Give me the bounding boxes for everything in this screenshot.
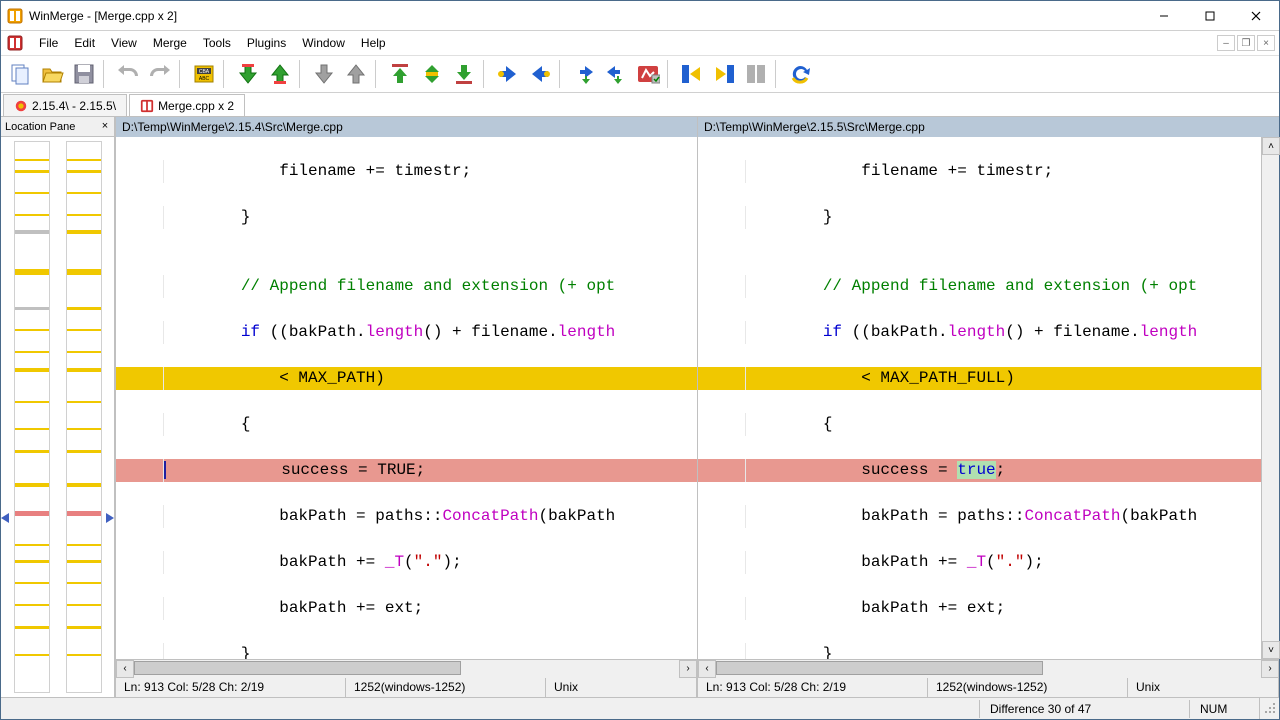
statusbar: Difference 30 of 47 NUM — [1, 697, 1279, 719]
window-title: WinMerge - [Merge.cpp x 2] — [29, 9, 1141, 23]
status-diff-count: Difference 30 of 47 — [979, 700, 1189, 718]
svg-text:CBA: CBA — [199, 69, 210, 75]
tab-merge-cpp[interactable]: Merge.cpp x 2 — [129, 94, 245, 116]
location-pane-title: Location Pane × — [1, 117, 114, 137]
copy-right-button[interactable] — [493, 59, 523, 89]
diff-area: D:\Temp\WinMerge\2.15.4\Src\Merge.cpp fi… — [115, 117, 1279, 697]
loc-arrow-left-icon — [1, 513, 11, 523]
tab-folders[interactable]: 2.15.4\ - 2.15.5\ — [3, 94, 127, 116]
prev-conflict-button[interactable] — [341, 59, 371, 89]
right-hscroll[interactable]: ‹ › — [698, 659, 1279, 677]
right-status-pos: Ln: 913 Col: 5/28 Ch: 2/19 — [698, 678, 928, 697]
copy-right-advance-button[interactable] — [569, 59, 599, 89]
menubar: File Edit View Merge Tools Plugins Windo… — [1, 31, 1279, 55]
left-status: Ln: 913 Col: 5/28 Ch: 2/19 1252(windows-… — [116, 677, 697, 697]
location-pane-close-button[interactable]: × — [98, 119, 112, 133]
undo-button[interactable] — [113, 59, 143, 89]
scroll-left-button[interactable]: ‹ — [116, 660, 134, 678]
left-code[interactable]: filename += timestr; } // Append filenam… — [116, 137, 697, 659]
left-hscroll[interactable]: ‹ › — [116, 659, 697, 677]
scroll-up-button[interactable]: ˄ — [1262, 137, 1280, 155]
copy-left-button[interactable] — [525, 59, 555, 89]
resize-grip[interactable] — [1259, 698, 1279, 719]
save-button[interactable] — [69, 59, 99, 89]
status-numlock: NUM — [1189, 700, 1259, 718]
right-code[interactable]: filename += timestr; } // Append filenam… — [698, 137, 1261, 659]
next-conflict-button[interactable] — [309, 59, 339, 89]
prev-diff-button[interactable] — [265, 59, 295, 89]
svg-text:ABC: ABC — [199, 76, 210, 82]
right-pane: D:\Temp\WinMerge\2.15.5\Src\Merge.cpp fi… — [697, 117, 1279, 697]
right-status: Ln: 913 Col: 5/28 Ch: 2/19 1252(windows-… — [698, 677, 1279, 697]
location-pane-body[interactable] — [1, 137, 114, 697]
hscroll-thumb[interactable] — [716, 661, 1043, 675]
right-status-enc: 1252(windows-1252) — [928, 678, 1128, 697]
menu-file[interactable]: File — [31, 33, 66, 53]
location-col-left[interactable] — [14, 141, 50, 693]
menu-edit[interactable]: Edit — [66, 33, 103, 53]
next-diff-button[interactable] — [233, 59, 263, 89]
menu-tools[interactable]: Tools — [195, 33, 239, 53]
menu-merge[interactable]: Merge — [145, 33, 195, 53]
loc-arrow-right-icon — [104, 513, 114, 523]
auto-merge-button[interactable] — [741, 59, 771, 89]
new-button[interactable] — [5, 59, 35, 89]
main-window: WinMerge - [Merge.cpp x 2] File Edit Vie… — [0, 0, 1280, 720]
menu-window[interactable]: Window — [294, 33, 353, 53]
maximize-button[interactable] — [1187, 1, 1233, 30]
left-status-eol: Unix — [546, 678, 697, 697]
minimize-button[interactable] — [1141, 1, 1187, 30]
hscroll-thumb[interactable] — [134, 661, 461, 675]
menu-plugins[interactable]: Plugins — [239, 33, 294, 53]
mdi-minimize-button[interactable]: – — [1217, 35, 1235, 51]
current-diff-button[interactable] — [417, 59, 447, 89]
scroll-right-button[interactable]: › — [1261, 660, 1279, 678]
encoding-button[interactable]: CBAABC — [189, 59, 219, 89]
all-left-button[interactable] — [709, 59, 739, 89]
mdi-close-button[interactable]: × — [1257, 35, 1275, 51]
mdi-restore-button[interactable]: ❐ — [1237, 35, 1255, 51]
scroll-left-button[interactable]: ‹ — [698, 660, 716, 678]
folder-diff-icon — [14, 99, 28, 113]
open-button[interactable] — [37, 59, 67, 89]
app-icon — [7, 8, 23, 24]
right-vscroll[interactable]: ˄ ˅ — [1261, 137, 1279, 659]
doc-icon — [7, 35, 23, 51]
last-diff-button[interactable] — [449, 59, 479, 89]
tab-label: 2.15.4\ - 2.15.5\ — [32, 99, 116, 113]
scroll-right-button[interactable]: › — [679, 660, 697, 678]
menu-help[interactable]: Help — [353, 33, 394, 53]
copy-left-advance-button[interactable] — [601, 59, 631, 89]
first-diff-button[interactable] — [385, 59, 415, 89]
tabstrip: 2.15.4\ - 2.15.5\ Merge.cpp x 2 — [1, 93, 1279, 117]
location-pane: Location Pane × — [1, 117, 115, 697]
right-pane-header: D:\Temp\WinMerge\2.15.5\Src\Merge.cpp — [698, 117, 1279, 137]
left-pane-header: D:\Temp\WinMerge\2.15.4\Src\Merge.cpp — [116, 117, 697, 137]
scroll-down-button[interactable]: ˅ — [1262, 641, 1280, 659]
location-col-right[interactable] — [66, 141, 102, 693]
all-right-button[interactable] — [677, 59, 707, 89]
options-button[interactable] — [633, 59, 663, 89]
left-status-enc: 1252(windows-1252) — [346, 678, 546, 697]
left-status-pos: Ln: 913 Col: 5/28 Ch: 2/19 — [116, 678, 346, 697]
menu-view[interactable]: View — [103, 33, 145, 53]
right-status-eol: Unix — [1128, 678, 1279, 697]
left-pane: D:\Temp\WinMerge\2.15.4\Src\Merge.cpp fi… — [115, 117, 697, 697]
main-area: Location Pane × — [1, 117, 1279, 697]
file-diff-icon — [140, 99, 154, 113]
refresh-button[interactable] — [785, 59, 815, 89]
toolbar: CBAABC — [1, 55, 1279, 93]
close-button[interactable] — [1233, 1, 1279, 30]
tab-label: Merge.cpp x 2 — [158, 99, 234, 113]
redo-button[interactable] — [145, 59, 175, 89]
titlebar: WinMerge - [Merge.cpp x 2] — [1, 1, 1279, 31]
